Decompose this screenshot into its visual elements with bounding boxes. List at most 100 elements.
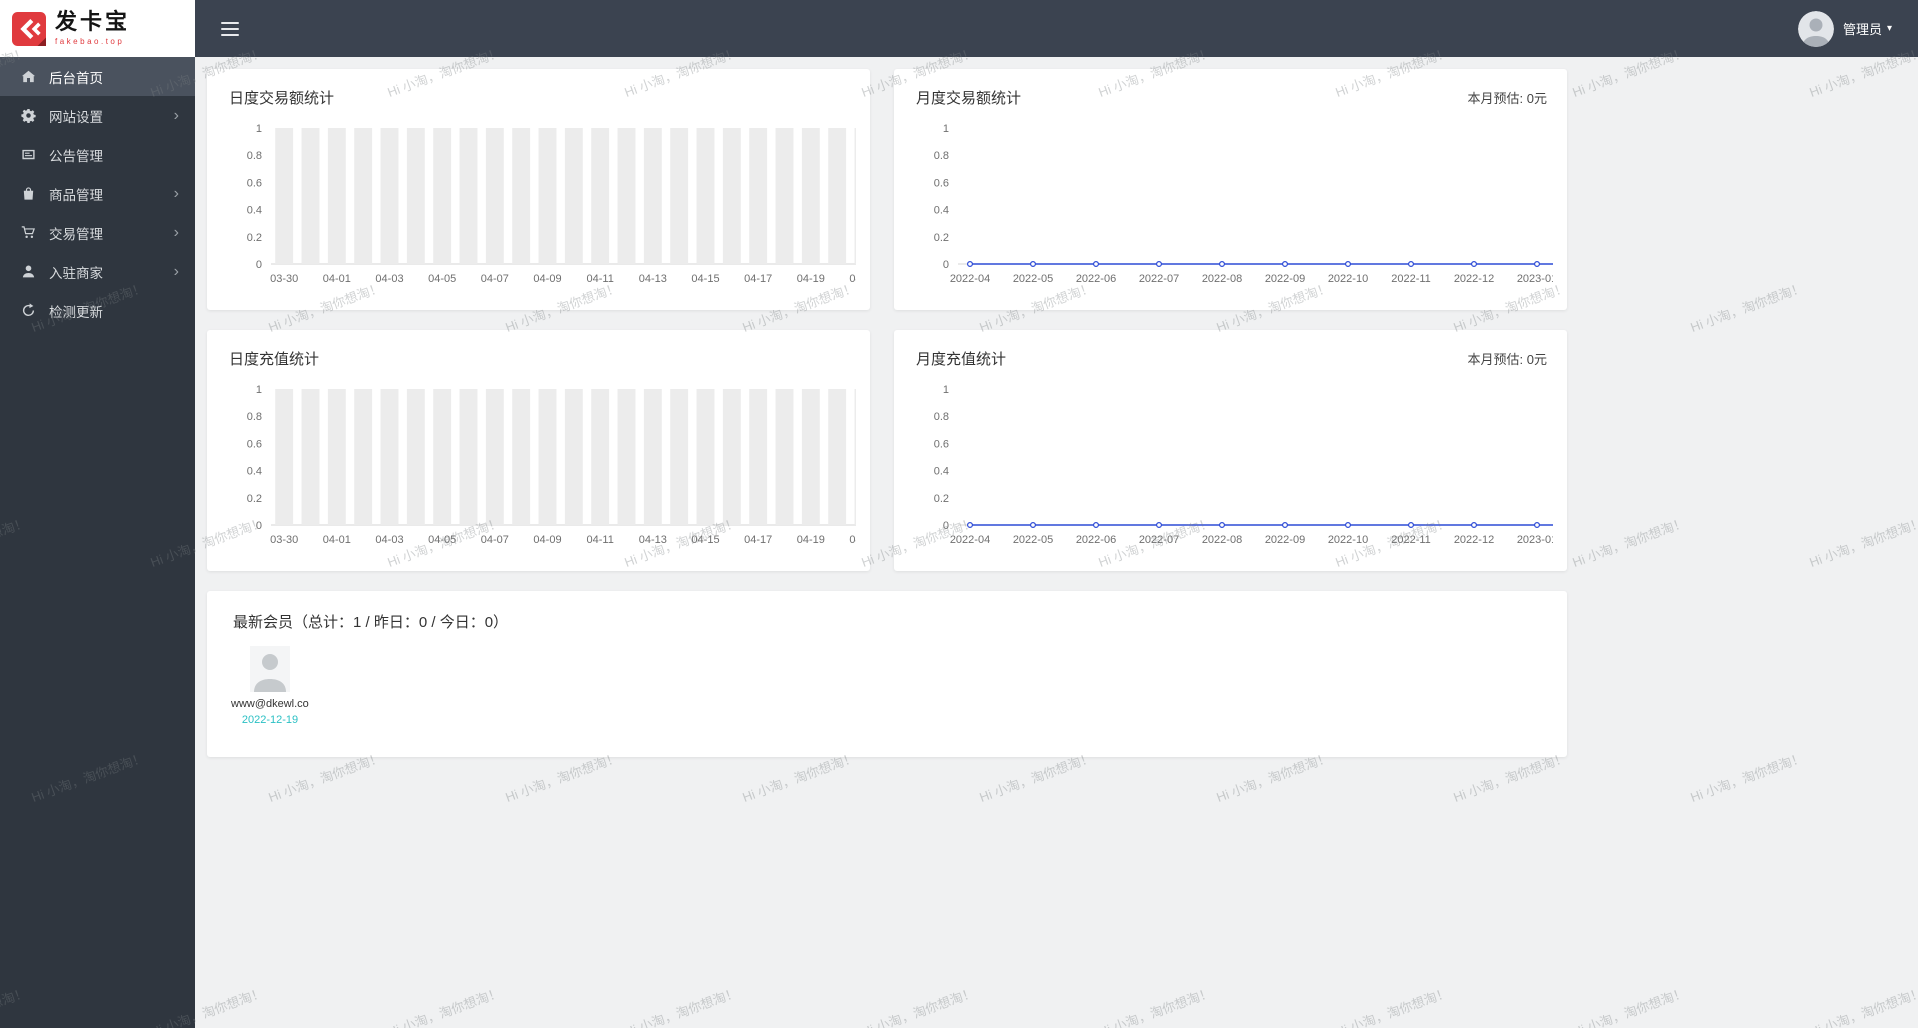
- svg-text:04-13: 04-13: [639, 534, 667, 546]
- svg-text:2022-10: 2022-10: [1328, 534, 1368, 546]
- monthly-recharge-chart[interactable]: 0 0.2 0.4 0.6 0.8 1 2022-04 2022-05 2022-06 2022-…: [908, 379, 1553, 561]
- svg-text:0.4: 0.4: [934, 205, 949, 217]
- sidebar-item-label: 交易管理: [49, 226, 103, 242]
- merchant-user-icon: [20, 264, 36, 280]
- sidebar-item-products[interactable]: 商品管理 ›: [0, 174, 195, 213]
- svg-text:03-30: 03-30: [270, 273, 298, 285]
- user-name: 管理员: [1842, 22, 1882, 37]
- svg-text:04-17: 04-17: [744, 273, 772, 285]
- svg-text:1: 1: [256, 384, 262, 396]
- svg-text:04-01: 04-01: [323, 534, 351, 546]
- svg-text:2022-08: 2022-08: [1202, 534, 1242, 546]
- svg-text:04-21: 04-21: [849, 273, 856, 285]
- svg-text:04-09: 04-09: [533, 534, 561, 546]
- svg-text:0.6: 0.6: [934, 177, 949, 189]
- svg-text:04-21: 04-21: [849, 534, 856, 546]
- topbar-right: 管理员 ▾: [1797, 0, 1918, 57]
- svg-text:04-19: 04-19: [797, 273, 825, 285]
- svg-text:04-05: 04-05: [428, 273, 456, 285]
- chart-title-monthly-transactions: 月度交易额统计: [916, 90, 1022, 107]
- sidebar-item-label: 商品管理: [49, 187, 103, 203]
- main-content: 日度交易额统计 0 0.2 0.4 0.6 0.8 1 03-30 04-01 04-03 04-…: [195, 57, 1918, 1028]
- svg-text:04-09: 04-09: [533, 273, 561, 285]
- svg-text:0.6: 0.6: [247, 177, 262, 189]
- home-icon: [20, 69, 36, 85]
- svg-text:04-13: 04-13: [639, 273, 667, 285]
- cart-icon: [20, 225, 36, 241]
- sidebar-item-dashboard[interactable]: 后台首页: [0, 57, 195, 96]
- card-monthly-recharge: 月度充值统计 本月预估: 0元 0 0.2 0.4 0.6 0.8 1 2022-04 202…: [894, 330, 1567, 571]
- svg-text:2022-05: 2022-05: [1013, 534, 1053, 546]
- chevron-right-icon: ›: [173, 223, 179, 241]
- daily-recharge-chart[interactable]: 0 0.2 0.4 0.6 0.8 1 03-30 04-01 04-03 04-05 04-07 0…: [221, 379, 856, 561]
- svg-text:0: 0: [943, 520, 949, 532]
- svg-text:1: 1: [256, 123, 262, 135]
- sidebar-item-check-update[interactable]: 检测更新: [0, 291, 195, 330]
- chevron-right-icon: ›: [173, 184, 179, 202]
- monthly-recharge-estimate: 本月预估: 0元: [1467, 352, 1547, 367]
- latest-members-title: 最新会员（总计：1 / 昨日：0 / 今日：0）: [233, 614, 509, 631]
- member-avatar-icon: [250, 646, 290, 692]
- check-update-icon: [20, 303, 36, 319]
- sidebar: 后台首页 网站设置 › 公告管理 商品管理 › 交易管理 › 入驻商家 › 检测…: [0, 57, 195, 1028]
- chart-title-monthly-recharge: 月度充值统计: [916, 351, 1007, 368]
- chart-title-daily-transactions: 日度交易额统计: [229, 90, 335, 107]
- menu-toggle-icon[interactable]: [217, 12, 243, 46]
- sidebar-item-announcements[interactable]: 公告管理: [0, 135, 195, 174]
- svg-text:2022-11: 2022-11: [1391, 534, 1431, 546]
- monthly-transactions-estimate: 本月预估: 0元: [1467, 91, 1547, 106]
- svg-text:0.2: 0.2: [247, 232, 262, 244]
- svg-text:1: 1: [943, 384, 949, 396]
- svg-text:0: 0: [943, 259, 949, 271]
- card-monthly-transactions: 月度交易额统计 本月预估: 0元 0 0.2 0.4 0.6 0.8 1 2022-04 20…: [894, 69, 1567, 310]
- daily-transactions-chart[interactable]: 0 0.2 0.4 0.6 0.8 1 03-30 04-01 04-03 04-05 04-07 0…: [221, 118, 856, 300]
- sidebar-item-merchants[interactable]: 入驻商家 ›: [0, 252, 195, 291]
- sidebar-item-label: 入驻商家: [49, 265, 103, 281]
- sidebar-item-site-settings[interactable]: 网站设置 ›: [0, 96, 195, 135]
- svg-text:0.8: 0.8: [247, 411, 262, 423]
- svg-text:0.2: 0.2: [934, 232, 949, 244]
- sidebar-item-label: 后台首页: [49, 70, 103, 86]
- member-item[interactable]: www@dkewl.com 2022-12-19: [231, 646, 309, 726]
- logo-icon: [12, 11, 46, 46]
- user-avatar[interactable]: [1797, 10, 1834, 47]
- svg-text:0.6: 0.6: [247, 438, 262, 450]
- top-header: 发卡宝 fakebao.top 管理员 ▾: [0, 0, 1918, 57]
- svg-text:2022-07: 2022-07: [1139, 534, 1179, 546]
- svg-text:2022-09: 2022-09: [1265, 534, 1305, 546]
- svg-text:04-03: 04-03: [375, 534, 403, 546]
- svg-text:04-11: 04-11: [587, 534, 614, 546]
- card-daily-recharge: 日度充值统计 0 0.2 0.4 0.6 0.8 1 03-30 04-01 04-03 04-0…: [207, 330, 870, 571]
- sidebar-item-orders[interactable]: 交易管理 ›: [0, 213, 195, 252]
- svg-text:03-30: 03-30: [270, 534, 298, 546]
- svg-text:2022-06: 2022-06: [1076, 534, 1116, 546]
- svg-text:2022-10: 2022-10: [1328, 273, 1368, 285]
- chevron-right-icon: ›: [173, 262, 179, 280]
- announcement-icon: [20, 147, 36, 163]
- svg-text:0.4: 0.4: [934, 466, 949, 478]
- svg-text:04-01: 04-01: [323, 273, 351, 285]
- user-menu[interactable]: 管理员 ▾: [1843, 19, 1892, 38]
- svg-text:2022-11: 2022-11: [1391, 273, 1431, 285]
- svg-text:0.8: 0.8: [934, 411, 949, 423]
- svg-text:2022-08: 2022-08: [1202, 273, 1242, 285]
- monthly-transactions-chart[interactable]: 0 0.2 0.4 0.6 0.8 1 2022-04 2022-05 2022-06 2022-…: [908, 118, 1553, 300]
- gear-icon: [20, 108, 36, 124]
- sidebar-item-label: 网站设置: [49, 109, 103, 125]
- member-register-date[interactable]: 2022-12-19: [231, 714, 309, 726]
- svg-text:0.2: 0.2: [247, 493, 262, 505]
- goods-bag-icon: [20, 186, 36, 202]
- svg-text:2022-07: 2022-07: [1139, 273, 1179, 285]
- svg-text:2022-04: 2022-04: [950, 534, 990, 546]
- charts-grid: 日度交易额统计 0 0.2 0.4 0.6 0.8 1 03-30 04-01 04-03 04-…: [207, 69, 1918, 571]
- svg-text:0.4: 0.4: [247, 205, 262, 217]
- logo[interactable]: 发卡宝 fakebao.top: [0, 0, 195, 57]
- logo-title: 发卡宝: [55, 9, 131, 34]
- member-email: www@dkewl.com: [231, 698, 309, 710]
- chart-title-daily-recharge: 日度充值统计: [229, 351, 320, 368]
- svg-text:04-03: 04-03: [375, 273, 403, 285]
- svg-text:0.6: 0.6: [934, 438, 949, 450]
- sidebar-item-label: 检测更新: [49, 304, 103, 320]
- svg-text:2022-12: 2022-12: [1454, 534, 1494, 546]
- svg-text:2022-09: 2022-09: [1265, 273, 1305, 285]
